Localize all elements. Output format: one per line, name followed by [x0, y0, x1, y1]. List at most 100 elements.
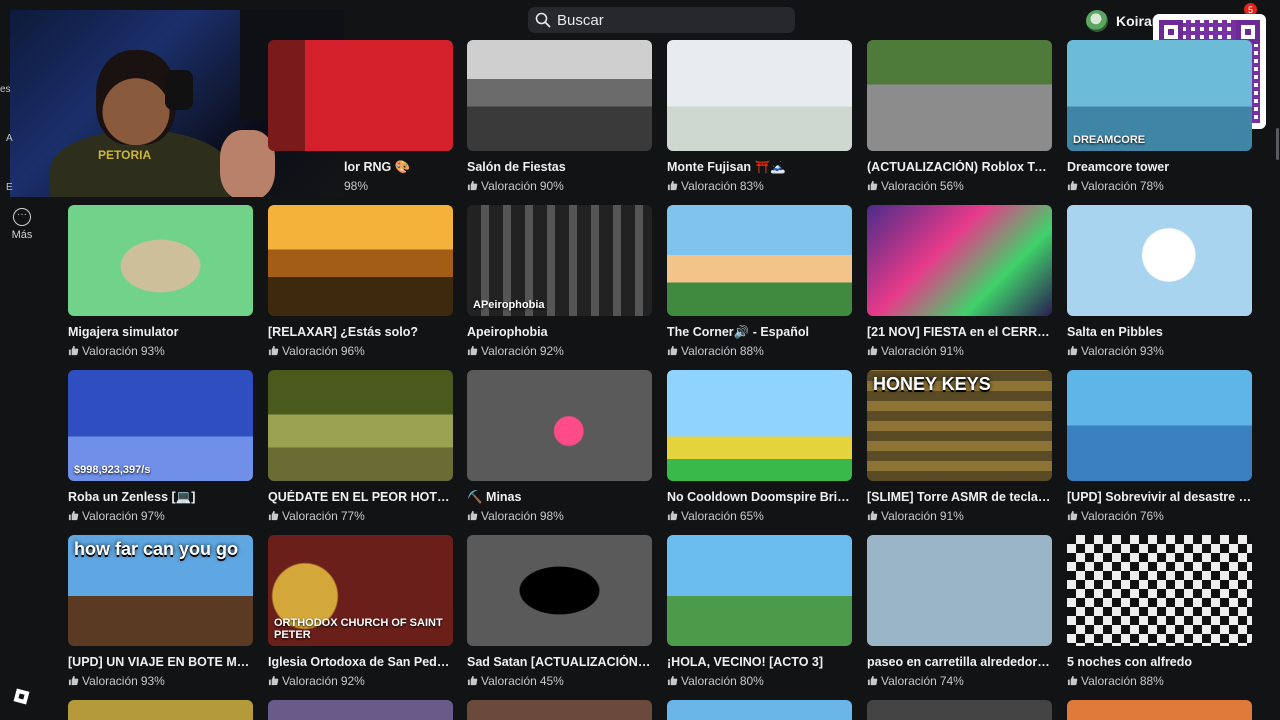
game-card[interactable]: (ACTUALIZACIÓN) Roblox Touring... Valorac… [867, 40, 1052, 193]
game-thumbnail[interactable] [667, 205, 852, 316]
game-thumbnail[interactable]: ORTHODOX CHURCH OF SAINT PETER [268, 535, 453, 646]
game-thumbnail[interactable]: DREAMCORE [1067, 40, 1252, 151]
game-title[interactable]: 5 noches con alfredo [1067, 655, 1252, 671]
game-rating: Valoración 77% [268, 508, 453, 523]
game-title[interactable]: Sad Satan [ACTUALIZACIÓN 2] [467, 655, 652, 671]
game-thumbnail[interactable] [467, 535, 652, 646]
game-card[interactable]: 5 noches con alfredo Valoración 88% [1067, 535, 1252, 688]
game-rating: Valoración 83% [667, 178, 852, 193]
game-title[interactable]: (ACTUALIZACIÓN) Roblox Touring... [867, 160, 1052, 176]
game-thumbnail[interactable] [667, 40, 852, 151]
rating-label: Valoración [1081, 178, 1137, 193]
game-title[interactable]: paseo en carretilla alrededor de [867, 655, 1052, 671]
sidebar-more-button[interactable]: ··· Más [10, 208, 34, 241]
game-title[interactable]: [UPD] UN VIAJE EN BOTE MORTAL [68, 655, 253, 671]
game-thumbnail[interactable] [667, 700, 852, 720]
sidebar-fragment[interactable]: E [6, 182, 13, 193]
game-title[interactable]: Dreamcore tower [1067, 160, 1252, 176]
game-card[interactable]: Salta en Pibbles Valoración 93% [1067, 205, 1252, 358]
game-title[interactable]: Migajera simulator [68, 325, 253, 341]
rating-label: Valoración [481, 508, 537, 523]
rating-label: Valoración [681, 178, 737, 193]
game-card[interactable]: QUÉDATE EN EL PEOR HOTEL C... Valoración7… [268, 370, 453, 523]
search-input[interactable]: Buscar [557, 12, 604, 29]
game-card[interactable]: APeirophobia Apeirophobia Valoración 92% [467, 205, 652, 358]
game-thumbnail[interactable] [867, 205, 1052, 316]
game-thumbnail[interactable] [68, 205, 253, 316]
game-card[interactable]: [21 NOV] FIESTA en el CERRO 🎉... Valoraci… [867, 205, 1052, 358]
game-title[interactable]: lor RNG 🎨 [344, 160, 453, 176]
game-card[interactable]: $998,923,397/s Roba un Zenless [💻] Valorac… [68, 370, 253, 523]
sidebar-fragment[interactable]: A [6, 133, 13, 144]
sidebar-fragment[interactable]: es [0, 84, 11, 95]
game-thumbnail[interactable] [1067, 535, 1252, 646]
rating-value: 91% [939, 343, 964, 358]
game-rating: Valoración 80% [667, 673, 852, 688]
game-title[interactable]: Salta en Pibbles [1067, 325, 1252, 341]
game-title[interactable]: QUÉDATE EN EL PEOR HOTEL C... [268, 490, 453, 506]
game-title[interactable]: Salón de Fiestas [467, 160, 652, 176]
game-thumbnail[interactable] [268, 370, 453, 481]
game-title[interactable]: Roba un Zenless [💻] [68, 490, 253, 506]
game-thumbnail[interactable] [1067, 700, 1252, 720]
game-thumbnail[interactable] [467, 700, 652, 720]
user-profile[interactable]: Koiran [1086, 8, 1160, 34]
search-bar[interactable]: Buscar [528, 7, 795, 33]
thumbs-up-icon [867, 675, 878, 686]
game-thumbnail[interactable]: $998,923,397/s [68, 370, 253, 481]
game-card[interactable]: No Cooldown Doomspire Brickb... Valoració… [667, 370, 852, 523]
scrollbar[interactable] [1276, 128, 1279, 160]
game-thumbnail[interactable] [667, 370, 852, 481]
thumbs-up-icon [667, 675, 678, 686]
roblox-logo-icon[interactable] [13, 688, 30, 705]
game-card[interactable]: ⛏️ Minas Valoración 98% [467, 370, 652, 523]
game-card[interactable]: paseo en carretilla alrededor de Valoraci… [867, 535, 1052, 688]
game-title[interactable]: The Corner🔊 - Español [667, 325, 852, 341]
game-thumbnail[interactable] [467, 40, 652, 151]
rating-label: Valoración [681, 343, 737, 358]
game-card[interactable]: [RELAXAR] ¿Estás solo? Valoración 96% [268, 205, 453, 358]
game-card[interactable]: [UPD] Sobrevivir al desastre nat... Valor… [1067, 370, 1252, 523]
game-title[interactable]: No Cooldown Doomspire Brickb... [667, 490, 852, 506]
game-card[interactable]: Monte Fujisan ⛩️🗻 Valoración 83% [667, 40, 852, 193]
game-card[interactable]: how far can you go [UPD] UN VIAJE EN BOTE… [68, 535, 253, 688]
game-thumbnail[interactable]: APeirophobia [467, 205, 652, 316]
game-title[interactable]: ¡HOLA, VECINO! [ACTO 3] [667, 655, 852, 671]
game-title[interactable]: [RELAXAR] ¿Estás solo? [268, 325, 453, 341]
game-card[interactable]: ORTHODOX CHURCH OF SAINT PETER Iglesia Or… [268, 535, 453, 688]
game-card[interactable]: ¡HOLA, VECINO! [ACTO 3] Valoración 80% [667, 535, 852, 688]
game-title[interactable]: [SLIME] Torre ASMR de teclado [867, 490, 1052, 506]
game-thumbnail[interactable] [268, 700, 453, 720]
avatar[interactable] [1086, 10, 1108, 32]
game-title[interactable]: [21 NOV] FIESTA en el CERRO 🎉... [867, 325, 1052, 341]
game-card[interactable]: The Corner🔊 - Español Valoración 88% [667, 205, 852, 358]
game-thumbnail[interactable] [1067, 370, 1252, 481]
game-title[interactable]: ⛏️ Minas [467, 490, 652, 506]
search-icon [535, 12, 551, 28]
game-title[interactable]: [UPD] Sobrevivir al desastre nat... [1067, 490, 1252, 506]
game-card[interactable]: Sad Satan [ACTUALIZACIÓN 2] Valoración 45% [467, 535, 652, 688]
game-card[interactable]: DREAMCORE Dreamcore tower Valoración 78% [1067, 40, 1252, 193]
game-rating: Valoración 92% [268, 673, 453, 688]
game-title[interactable]: Iglesia Ortodoxa de San Pedro [... [268, 655, 453, 671]
game-thumbnail[interactable] [467, 370, 652, 481]
game-card[interactable]: lor RNG 🎨 98% [268, 40, 453, 193]
rating-label: Valoración [82, 508, 138, 523]
game-thumbnail[interactable] [867, 40, 1052, 151]
game-card[interactable]: Salón de Fiestas Valoración 90% [467, 40, 652, 193]
game-thumbnail[interactable]: HONEY KEYS [867, 370, 1052, 481]
game-thumbnail[interactable] [867, 700, 1052, 720]
game-card[interactable]: HONEY KEYS [SLIME] Torre ASMR de teclado V… [867, 370, 1052, 523]
game-thumbnail[interactable] [1067, 205, 1252, 316]
game-thumbnail[interactable] [68, 700, 253, 720]
game-thumbnail[interactable] [867, 535, 1052, 646]
game-thumbnail[interactable] [268, 205, 453, 316]
game-thumbnail[interactable] [268, 40, 453, 151]
game-card[interactable]: Migajera simulator Valoración 93% [68, 205, 253, 358]
game-rating: Valoración 92% [467, 343, 652, 358]
game-title[interactable]: Monte Fujisan ⛩️🗻 [667, 160, 852, 176]
game-rating: Valoración 88% [1067, 673, 1252, 688]
game-title[interactable]: Apeirophobia [467, 325, 652, 341]
game-thumbnail[interactable] [667, 535, 852, 646]
game-thumbnail[interactable]: how far can you go [68, 535, 253, 646]
